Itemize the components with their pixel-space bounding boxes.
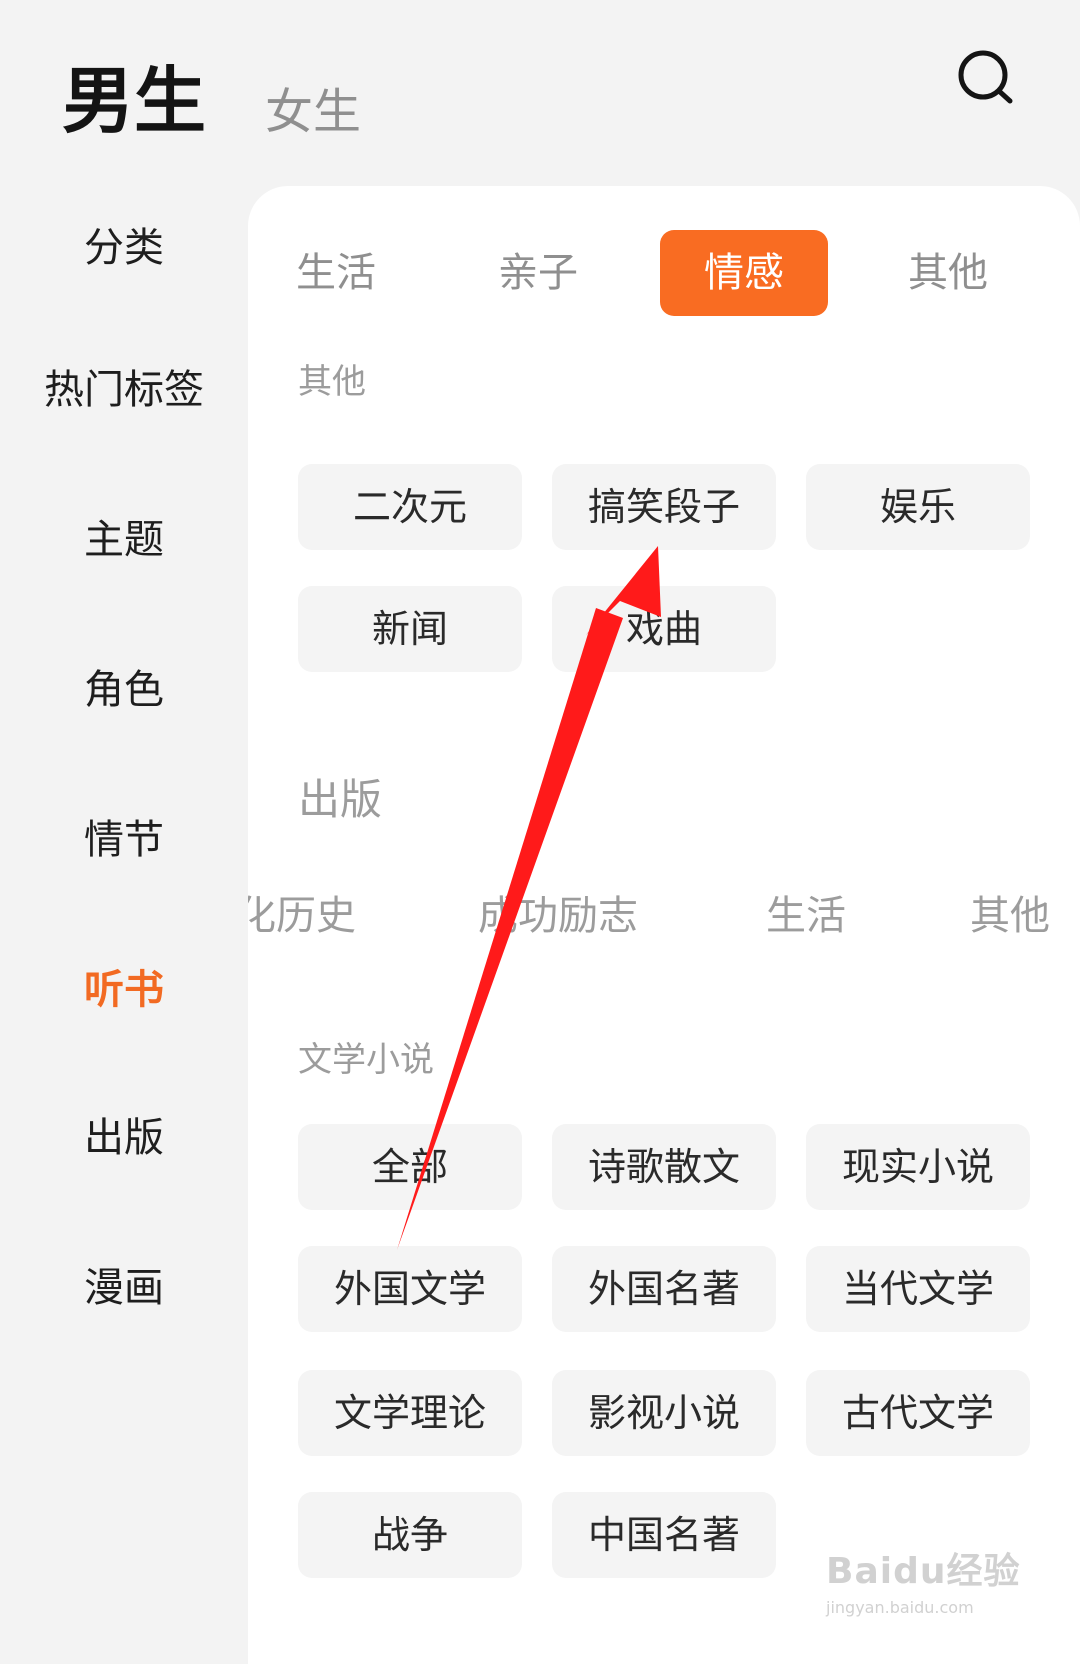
publish-item-success[interactable]: 成功励志 [478, 876, 638, 956]
tab-life[interactable]: 生活 [252, 230, 420, 316]
chip-foreign-literature[interactable]: 外国文学 [298, 1246, 522, 1332]
sidebar-item-audiobook[interactable]: 听书 [0, 950, 248, 1030]
chip-jokes[interactable]: 搞笑段子 [552, 464, 776, 550]
sidebar-item-publish[interactable]: 出版 [0, 1098, 248, 1178]
publish-item-other[interactable]: 其他 [970, 876, 1050, 956]
watermark-url: jingyan.baidu.com [826, 1598, 974, 1617]
chip-entertainment[interactable]: 娱乐 [806, 464, 1030, 550]
sidebar-item-category[interactable]: 分类 [0, 208, 248, 288]
chip-anime[interactable]: 二次元 [298, 464, 522, 550]
section-title-publish: 出版 [298, 775, 383, 824]
sidebar-item-plot[interactable]: 情节 [0, 800, 248, 880]
tab-female[interactable]: 女生 [265, 72, 361, 142]
publish-item-life[interactable]: 生活 [766, 876, 846, 956]
tab-emotion[interactable]: 情感 [660, 230, 828, 316]
tab-male[interactable]: 男生 [62, 42, 206, 147]
chip-ancient-literature[interactable]: 古代文学 [806, 1370, 1030, 1456]
section-title-other: 其他 [298, 362, 366, 402]
chip-chinese-classics[interactable]: 中国名著 [552, 1492, 776, 1578]
chip-opera[interactable]: 戏曲 [552, 586, 776, 672]
publish-scroll-row[interactable]: 化历史 成功励志 生活 其他 [248, 876, 1080, 956]
sidebar-item-comic[interactable]: 漫画 [0, 1248, 248, 1328]
chip-literary-theory[interactable]: 文学理论 [298, 1370, 522, 1456]
chip-war[interactable]: 战争 [298, 1492, 522, 1578]
content-panel: 生活 亲子 情感 其他 其他 二次元 搞笑段子 娱乐 新闻 戏曲 出版 化历史 … [248, 186, 1080, 1664]
sidebar-item-hot-tags[interactable]: 热门标签 [0, 350, 248, 430]
category-page: 男生 女生 分类 热门标签 主题 角色 情节 听书 出版 漫画 生活 亲子 情感… [0, 0, 1080, 1664]
watermark-logo: Baidu经验 [826, 1551, 1021, 1592]
sidebar: 分类 热门标签 主题 角色 情节 听书 出版 漫画 [0, 190, 248, 1664]
tab-parenting[interactable]: 亲子 [454, 230, 622, 316]
chip-contemporary-literature[interactable]: 当代文学 [806, 1246, 1030, 1332]
search-icon [958, 50, 1013, 104]
chip-news[interactable]: 新闻 [298, 586, 522, 672]
sidebar-item-role[interactable]: 角色 [0, 650, 248, 730]
chip-all[interactable]: 全部 [298, 1124, 522, 1210]
search-button[interactable] [955, 48, 1017, 110]
section-title-literature: 文学小说 [298, 1040, 434, 1080]
chip-film-novel[interactable]: 影视小说 [552, 1370, 776, 1456]
tab-other[interactable]: 其他 [864, 230, 1032, 316]
watermark: Baidu经验 jingyan.baidu.com [826, 1542, 1026, 1642]
sidebar-item-theme[interactable]: 主题 [0, 500, 248, 580]
header: 男生 女生 [0, 0, 1080, 180]
chip-realistic-novel[interactable]: 现实小说 [806, 1124, 1030, 1210]
publish-item-history[interactable]: 化历史 [248, 876, 356, 956]
chip-poetry-prose[interactable]: 诗歌散文 [552, 1124, 776, 1210]
chip-foreign-classics[interactable]: 外国名著 [552, 1246, 776, 1332]
